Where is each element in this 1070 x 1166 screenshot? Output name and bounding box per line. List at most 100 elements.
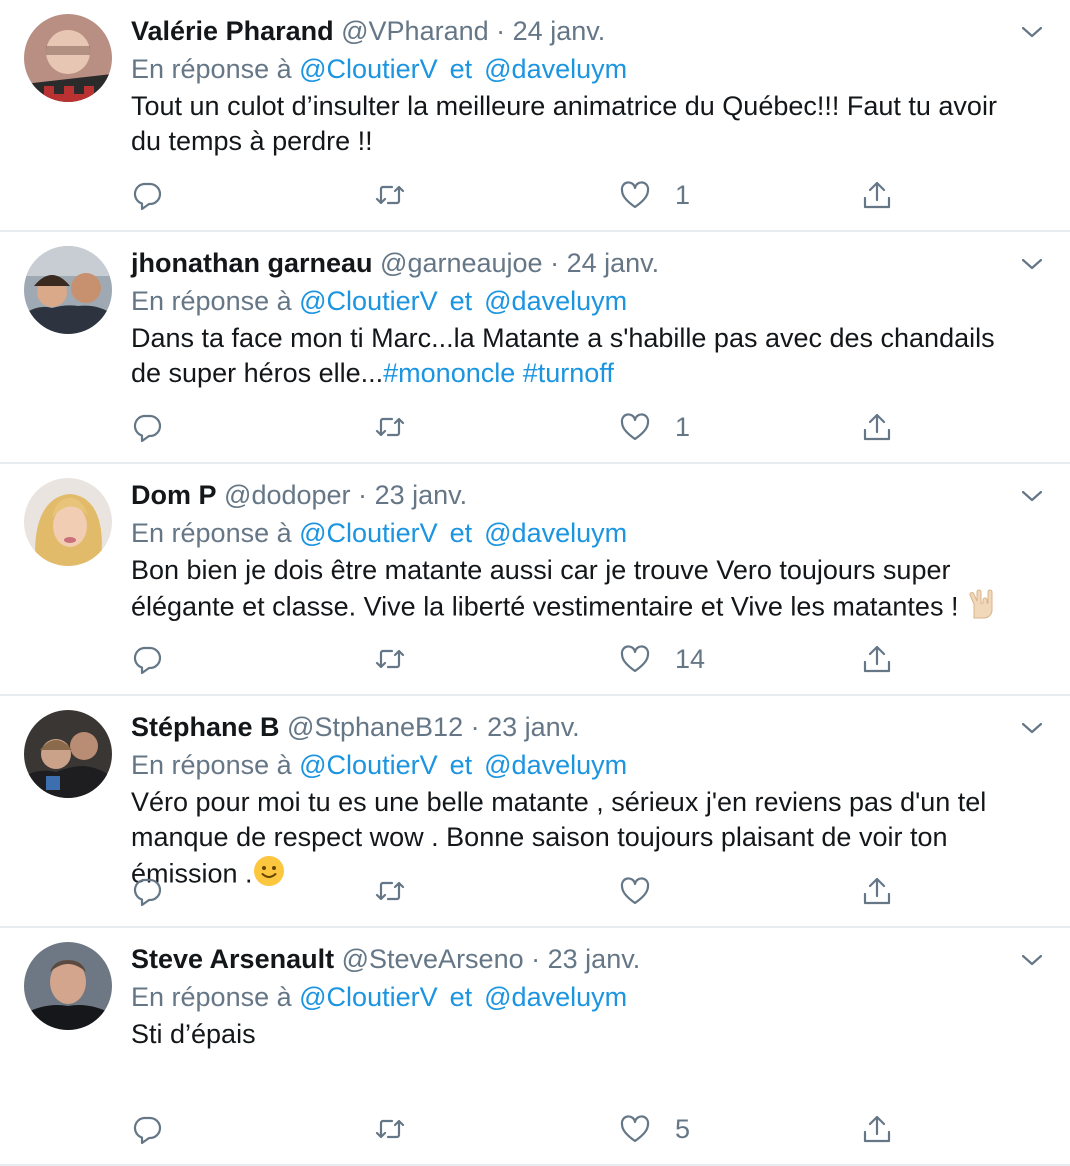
tweet-actions: 14: [131, 642, 911, 676]
reply-button[interactable]: [131, 874, 163, 908]
mention-link[interactable]: @CloutierV: [299, 750, 437, 780]
retweet-button[interactable]: [374, 410, 406, 444]
retweet-button[interactable]: [374, 642, 406, 676]
hashtag-link[interactable]: #mononcle: [383, 358, 515, 388]
tweet-date[interactable]: 23 janv.: [375, 480, 468, 510]
tweet-header: Steve Arsenault @SteveArseno · 23 janv.: [131, 942, 640, 976]
like-count: 5: [675, 1113, 691, 1144]
avatar[interactable]: [24, 14, 112, 102]
tweet-text: Tout un culot d’insulter la meilleure an…: [131, 89, 1031, 159]
retweet-button[interactable]: [374, 178, 406, 212]
tweet[interactable]: Dom P @dodoper · 23 janv. En réponse à @…: [0, 464, 1070, 696]
mention-link[interactable]: @daveluym: [484, 982, 627, 1012]
mention-link[interactable]: @CloutierV: [299, 518, 437, 548]
like-button[interactable]: [619, 874, 675, 908]
tweet-text-content: Sti d’épais: [131, 1019, 256, 1049]
tweet-actions: 1: [131, 410, 911, 444]
tweet-date[interactable]: 24 janv.: [513, 16, 606, 46]
retweet-button[interactable]: [374, 1112, 406, 1146]
tweet-actions: 5: [131, 1112, 911, 1146]
chevron-down-icon[interactable]: [1020, 484, 1044, 508]
mention-link[interactable]: @daveluym: [484, 750, 627, 780]
share-button[interactable]: [861, 1112, 893, 1146]
reply-prefix: En réponse à: [131, 750, 292, 780]
avatar[interactable]: [24, 942, 112, 1030]
tweet-header: Dom P @dodoper · 23 janv.: [131, 478, 467, 512]
retweet-icon: [375, 185, 405, 205]
user-handle[interactable]: @VPharand: [341, 16, 489, 46]
chevron-down-icon[interactable]: [1020, 716, 1044, 740]
tweet-actions: [131, 874, 911, 908]
retweet-icon: [375, 417, 405, 437]
like-button[interactable]: 5: [619, 1112, 690, 1146]
tweet-text-content: Bon bien je dois être matante aussi car …: [131, 555, 959, 622]
like-count: 14: [675, 643, 706, 674]
heart-icon: [620, 413, 650, 441]
chevron-down-icon[interactable]: [1020, 20, 1044, 44]
heart-icon: [620, 645, 650, 673]
separator: ·: [496, 16, 506, 46]
tweet-text: Bon bien je dois être matante aussi car …: [131, 553, 1031, 629]
mention-link[interactable]: @daveluym: [484, 54, 627, 84]
like-button[interactable]: 1: [619, 410, 690, 444]
reply-context: En réponse à @CloutierV et @daveluym: [131, 52, 627, 86]
retweet-icon: [375, 649, 405, 669]
avatar[interactable]: [24, 246, 112, 334]
share-icon: [863, 645, 891, 673]
mention-link[interactable]: @CloutierV: [299, 982, 437, 1012]
reply-button[interactable]: [131, 1112, 163, 1146]
like-button[interactable]: 14: [619, 642, 705, 676]
share-button[interactable]: [861, 642, 893, 676]
share-icon: [863, 181, 891, 209]
user-handle[interactable]: @StphaneB12: [287, 712, 463, 742]
retweet-button[interactable]: [374, 874, 406, 908]
tweet[interactable]: jhonathan garneau @garneaujoe · 24 janv.…: [0, 232, 1070, 464]
share-button[interactable]: [861, 410, 893, 444]
tweet[interactable]: Valérie Pharand @VPharand · 24 janv. En …: [0, 0, 1070, 232]
user-name[interactable]: Valérie Pharand: [131, 16, 334, 46]
mention-link[interactable]: @CloutierV: [299, 54, 437, 84]
reply-prefix: En réponse à: [131, 518, 292, 548]
user-name[interactable]: Steve Arsenault: [131, 944, 334, 974]
reply-prefix: En réponse à: [131, 54, 292, 84]
reply-context: En réponse à @CloutierV et @daveluym: [131, 284, 627, 318]
user-name[interactable]: jhonathan garneau: [131, 248, 373, 278]
reply-button[interactable]: [131, 178, 163, 212]
reply-icon: [133, 1116, 162, 1145]
heart-icon: [620, 877, 650, 905]
tweet-date[interactable]: 23 janv.: [487, 712, 580, 742]
reply-context: En réponse à @CloutierV et @daveluym: [131, 748, 627, 782]
heart-icon: [620, 1115, 650, 1143]
share-button[interactable]: [861, 874, 893, 908]
user-handle[interactable]: @garneaujoe: [380, 248, 543, 278]
reply-button[interactable]: [131, 410, 163, 444]
reply-icon: [133, 414, 162, 443]
user-handle[interactable]: @SteveArseno: [342, 944, 524, 974]
user-name[interactable]: Stéphane B: [131, 712, 280, 742]
mention-link[interactable]: @daveluym: [484, 286, 627, 316]
user-handle[interactable]: @dodoper: [224, 480, 351, 510]
reply-conjunction: et: [449, 750, 473, 780]
chevron-down-icon[interactable]: [1020, 252, 1044, 276]
avatar[interactable]: [24, 478, 112, 566]
hashtag-link[interactable]: #turnoff: [523, 358, 614, 388]
tweet-date[interactable]: 24 janv.: [567, 248, 660, 278]
tweet[interactable]: Stéphane B @StphaneB12 · 23 janv. En rép…: [0, 696, 1070, 928]
retweet-icon: [375, 1119, 405, 1139]
share-button[interactable]: [861, 178, 893, 212]
separator: ·: [358, 480, 368, 510]
mention-link[interactable]: @daveluym: [484, 518, 627, 548]
share-icon: [863, 1115, 891, 1143]
chevron-down-icon[interactable]: [1020, 948, 1044, 972]
mention-link[interactable]: @CloutierV: [299, 286, 437, 316]
like-button[interactable]: 1: [619, 178, 690, 212]
tweet-date[interactable]: 23 janv.: [548, 944, 641, 974]
separator: ·: [550, 248, 560, 278]
reply-button[interactable]: [131, 642, 163, 676]
avatar[interactable]: [24, 710, 112, 798]
reply-conjunction: et: [449, 518, 473, 548]
tweet-header: Valérie Pharand @VPharand · 24 janv.: [131, 14, 605, 48]
tweet[interactable]: Steve Arsenault @SteveArseno · 23 janv. …: [0, 928, 1070, 1166]
tweet-text: Dans ta face mon ti Marc...la Matante a …: [131, 321, 1031, 391]
user-name[interactable]: Dom P: [131, 480, 217, 510]
